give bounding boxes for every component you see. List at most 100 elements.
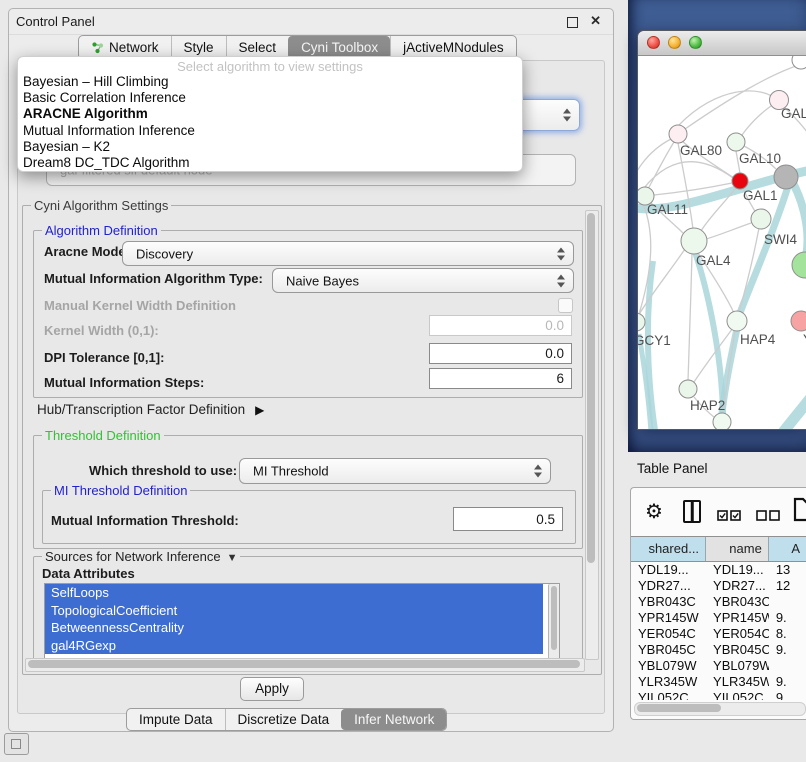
new-table-icon[interactable]: [793, 497, 806, 527]
select-all-icon[interactable]: [717, 509, 742, 527]
column-header-a[interactable]: A: [769, 537, 806, 561]
table-row[interactable]: YPR145WYPR145W9.: [631, 609, 806, 625]
window-minimize-icon[interactable]: [668, 36, 681, 49]
network-canvas[interactable]: GALGAL80GAL10GAL1GAL11GAL4SWI4GCY1HAP4YH…: [638, 56, 806, 429]
table-cell: YER054C: [706, 625, 769, 641]
float-panel-icon[interactable]: [567, 17, 578, 28]
tab-impute-data[interactable]: Impute Data: [127, 709, 225, 730]
table-row[interactable]: YDL19...YDL19...13: [631, 561, 806, 577]
manual-kernel-checkbox[interactable]: [558, 298, 573, 313]
network-node-y[interactable]: [791, 311, 806, 331]
network-node-gal1[interactable]: [732, 173, 748, 189]
mi-steps-label: Mutual Information Steps:: [44, 375, 204, 390]
table-cell: YPR145W: [706, 609, 769, 625]
mi-threshold-field[interactable]: [453, 507, 563, 531]
tab-infer-network[interactable]: Infer Network: [341, 709, 446, 730]
network-node-swi4[interactable]: [751, 209, 771, 229]
algorithm-option-bayesian-k2[interactable]: Bayesian – K2: [18, 139, 522, 155]
table-cell: YDR27...: [706, 577, 769, 593]
window-close-icon[interactable]: [647, 36, 660, 49]
network-node-gal80[interactable]: [669, 125, 687, 143]
network-graph-svg: GALGAL80GAL10GAL1GAL11GAL4SWI4GCY1HAP4YH…: [638, 56, 806, 429]
tab-discretize-data[interactable]: Discretize Data: [225, 709, 342, 730]
network-edge: [644, 162, 733, 188]
table-row[interactable]: YBL079WYBL079W: [631, 657, 806, 673]
threshold-definition-title: Threshold Definition: [42, 428, 164, 443]
table-row[interactable]: YIL052CYIL052C9: [631, 689, 806, 700]
combo-stepper-icon: [557, 274, 565, 287]
table-horizontal-scrollbar[interactable]: [634, 702, 806, 716]
network-node-gal10[interactable]: [727, 133, 745, 151]
column-header-shared-[interactable]: shared...: [631, 537, 706, 561]
network-node-label: HAP2: [690, 398, 725, 413]
settings-vertical-scrollbar[interactable]: [585, 210, 599, 660]
table-row[interactable]: YLR345WYLR345W9.: [631, 673, 806, 689]
attribute-item-betweennesscentrality[interactable]: BetweennessCentrality: [45, 619, 543, 637]
dpi-tolerance-field[interactable]: [429, 343, 572, 364]
table-cell: 9.: [769, 641, 806, 657]
table-body: YDL19...YDL19...13YDR27...YDR27...12YBR0…: [631, 561, 806, 700]
table-cell: [769, 593, 806, 609]
table-row[interactable]: YBR043CYBR043C: [631, 593, 806, 609]
table-cell: YBL079W: [706, 657, 769, 673]
table-row[interactable]: YBR045CYBR045C9.: [631, 641, 806, 657]
network-node-gal4[interactable]: [681, 228, 707, 254]
attribute-item-selfloops[interactable]: SelfLoops: [45, 584, 543, 602]
network-node-hap2[interactable]: [679, 380, 697, 398]
table-hscroll-thumb[interactable]: [637, 704, 721, 712]
table-cell: YDR27...: [631, 577, 706, 593]
deselect-all-icon[interactable]: [756, 509, 781, 527]
algorithm-option-aracne-algorithm[interactable]: ARACNE Algorithm: [18, 106, 522, 122]
settings-horizontal-scrollbar[interactable]: [25, 658, 585, 672]
network-node-hap4[interactable]: [727, 311, 747, 331]
collapse-arrow-icon: ▼: [227, 552, 238, 564]
data-attributes-label: Data Attributes: [42, 566, 135, 581]
network-node[interactable]: [792, 252, 806, 278]
gear-icon[interactable]: ⚙: [645, 499, 663, 524]
settings-vscroll-thumb[interactable]: [587, 213, 595, 563]
data-attributes-list[interactable]: SelfLoopsTopologicalCoefficientBetweenne…: [44, 583, 560, 660]
attribute-item-topologicalcoefficient[interactable]: TopologicalCoefficient: [45, 602, 543, 620]
close-panel-icon[interactable]: ✕: [590, 13, 601, 29]
window-zoom-icon[interactable]: [689, 36, 702, 49]
network-node-label: GAL10: [739, 151, 781, 166]
mi-type-combo[interactable]: Naive Bayes: [272, 268, 574, 293]
algorithm-option-mutual-information-inference[interactable]: Mutual Information Inference: [18, 123, 522, 139]
kernel-width-field[interactable]: [429, 315, 572, 336]
mi-threshold-group: MI Threshold Definition Mutual Informati…: [42, 490, 576, 544]
network-window-titlebar[interactable]: [638, 31, 806, 56]
control-panel-titlebar: Control Panel ✕: [9, 9, 613, 35]
attr-list-scrollbar[interactable]: [548, 584, 559, 659]
network-node[interactable]: [713, 413, 731, 429]
aracne-mode-combo[interactable]: Discovery: [122, 241, 574, 266]
table-panel-titlebar: Table Panel: [620, 452, 806, 486]
network-node-gcy1[interactable]: [638, 313, 645, 331]
attribute-item-gal4rgexp[interactable]: gal4RGexp: [45, 637, 543, 655]
sources-group-title[interactable]: Sources for Network Inference▼: [42, 549, 240, 564]
hub-definition-toggle[interactable]: Hub/Transcription Factor Definition▶: [37, 402, 264, 417]
table-row[interactable]: YER054CYER054C8.: [631, 625, 806, 641]
table-cell: YBL079W: [631, 657, 706, 673]
algorithm-option-dream8-dc-tdc-algorithm[interactable]: Dream8 DC_TDC Algorithm: [18, 155, 522, 171]
mi-steps-field[interactable]: [429, 368, 572, 389]
algorithm-option-basic-correlation-inference[interactable]: Basic Correlation Inference: [18, 90, 522, 106]
apply-button[interactable]: Apply: [240, 677, 304, 701]
network-node-label: GAL1: [743, 188, 778, 203]
network-node-label: GAL: [781, 106, 806, 121]
attr-scrollbar-thumb[interactable]: [551, 586, 557, 650]
tab-label: jActiveMNodules: [403, 40, 504, 55]
settings-hscroll-thumb[interactable]: [28, 660, 580, 668]
which-threshold-value: MI Threshold: [253, 464, 329, 479]
expand-arrow-icon: ▶: [255, 403, 264, 417]
column-header-name[interactable]: name: [706, 537, 769, 561]
which-threshold-combo[interactable]: MI Threshold: [239, 458, 551, 484]
network-edge: [638, 249, 685, 316]
network-node[interactable]: [774, 165, 798, 189]
algorithm-option-bayesian-hill-climbing[interactable]: Bayesian – Hill Climbing: [18, 74, 522, 90]
algorithm-definition-group: Algorithm Definition Aracne Mode: Discov…: [33, 230, 583, 398]
table-row[interactable]: YDR27...YDR27...12: [631, 577, 806, 593]
restore-panel-button[interactable]: [4, 733, 29, 755]
network-edge: [648, 142, 674, 189]
columns-icon[interactable]: [683, 500, 701, 523]
network-view-window: GALGAL80GAL10GAL1GAL11GAL4SWI4GCY1HAP4YH…: [637, 30, 806, 430]
